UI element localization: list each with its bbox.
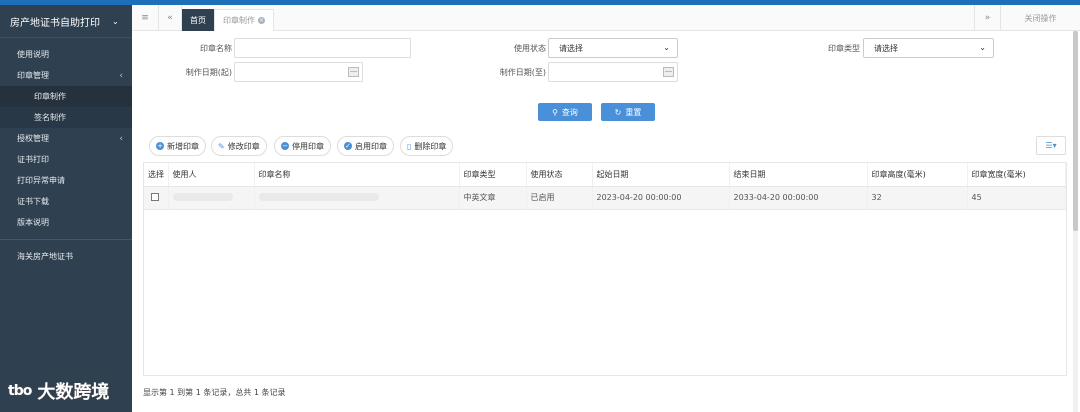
calendar-icon[interactable] — [348, 67, 359, 77]
cell-end-date: 2033-04-20 00:00:00 — [729, 186, 868, 210]
th-start-date: 起始日期 — [592, 163, 730, 187]
sidebar-item-seal-mgmt[interactable]: 印章管理 ‹ — [0, 65, 132, 86]
cell-status: 已启用 — [526, 186, 593, 210]
sidebar-item-customs-cert[interactable]: 海关房产地证书 — [0, 246, 132, 267]
sidebar-item-auth-mgmt[interactable]: 授权管理 ‹ — [0, 128, 132, 149]
calendar-icon[interactable] — [663, 67, 674, 77]
status-select[interactable]: 请选择 ⌄ — [548, 38, 678, 58]
status-label: 使用状态 — [514, 44, 546, 53]
scroll-right-icon[interactable]: » — [974, 5, 1000, 31]
table-row[interactable]: 中英文章 已启用 2023-04-20 00:00:00 2033-04-20 … — [144, 186, 1066, 210]
add-seal-button[interactable]: + 新增印章 — [149, 136, 206, 156]
chevron-down-icon: ⌄ — [979, 43, 986, 52]
tab-bar: ≡ « 首页 印章制作 × » 关闭操作 — [132, 5, 1080, 31]
sidebar-item-seal-make[interactable]: 印章制作 — [0, 86, 132, 107]
menu-toggle-icon[interactable]: ≡ — [132, 5, 158, 31]
cell-seal-type: 中英文章 — [459, 186, 527, 210]
sidebar-item-usage[interactable]: 使用说明 — [0, 44, 132, 65]
th-seal-width: 印章宽度(毫米) — [967, 163, 1066, 187]
chevron-left-icon: ‹ — [119, 133, 123, 144]
date-start-label: 制作日期(起) — [185, 68, 232, 77]
delete-seal-button[interactable]: ▯ 删除印章 — [400, 136, 454, 156]
chevron-left-icon: ‹ — [119, 70, 123, 81]
th-seal-height: 印章高度(毫米) — [867, 163, 968, 187]
seal-name-label: 印章名称 — [200, 44, 232, 53]
date-end-label: 制作日期(至) — [499, 68, 546, 77]
disable-seal-button[interactable]: − 停用印章 — [274, 136, 331, 156]
redacted-seal-name — [258, 192, 379, 201]
redacted-user — [172, 192, 233, 201]
sidebar-item-print-exception[interactable]: 打印异常申请 — [0, 170, 132, 191]
close-operations-button[interactable]: 关闭操作 — [1000, 5, 1080, 31]
trash-icon: ▯ — [407, 141, 412, 151]
date-start-input[interactable] — [234, 62, 363, 82]
search-icon: ⚲ — [552, 107, 558, 117]
columns-toggle-button[interactable]: ☰▾ — [1036, 136, 1066, 155]
tab-seal-make[interactable]: 印章制作 × — [214, 9, 274, 31]
sidebar-item-signature-make[interactable]: 签名制作 — [0, 107, 132, 128]
tab-home[interactable]: 首页 — [182, 9, 214, 31]
watermark-logo: tbo — [8, 383, 32, 399]
scroll-left-icon[interactable]: « — [158, 5, 182, 31]
reset-button[interactable]: ↻ 重置 — [601, 103, 655, 121]
table-header-row: 选择 使用人 印章名称 印章类型 使用状态 起始日期 结束日期 印章高度(毫米)… — [144, 163, 1066, 187]
th-select: 选择 — [144, 163, 169, 187]
sidebar: 房产地证书自助打印 ⌄ 使用说明 印章管理 ‹ 印章制作 签名制作 授权管理 ‹… — [0, 5, 132, 412]
th-seal-type: 印章类型 — [459, 163, 527, 187]
search-button[interactable]: ⚲ 查询 — [538, 103, 592, 121]
check-circle-icon: ✓ — [344, 142, 352, 150]
cell-seal-width: 45 — [967, 186, 1066, 210]
cell-user — [168, 186, 255, 210]
pagination-info: 显示第 1 到第 1 条记录，总共 1 条记录 — [143, 388, 286, 397]
th-status: 使用状态 — [526, 163, 593, 187]
seal-table: 选择 使用人 印章名称 印章类型 使用状态 起始日期 结束日期 印章高度(毫米)… — [143, 162, 1067, 376]
minus-circle-icon: − — [281, 142, 289, 150]
sidebar-item-version[interactable]: 版本说明 — [0, 212, 132, 233]
sidebar-item-cert-print[interactable]: 证书打印 — [0, 149, 132, 170]
chevron-down-icon: ⌄ — [663, 43, 670, 52]
sidebar-header[interactable]: 房产地证书自助打印 ⌄ — [0, 5, 132, 38]
close-tab-icon[interactable]: × — [258, 17, 265, 24]
sidebar-submenu: 印章制作 签名制作 — [0, 86, 132, 128]
th-end-date: 结束日期 — [729, 163, 868, 187]
watermark: tbo 大数跨境 — [8, 378, 109, 404]
cell-start-date: 2023-04-20 00:00:00 — [592, 186, 730, 210]
page-scrollbar[interactable] — [1073, 31, 1078, 412]
scrollbar-thumb[interactable] — [1073, 31, 1078, 231]
plus-circle-icon: + — [156, 142, 164, 150]
watermark-text: 大数跨境 — [37, 382, 110, 403]
type-select[interactable]: 请选择 ⌄ — [863, 38, 994, 58]
edit-seal-button[interactable]: ✎ 修改印章 — [211, 136, 267, 156]
pencil-icon: ✎ — [218, 141, 225, 151]
row-select-cell[interactable] — [144, 186, 169, 210]
cell-seal-height: 32 — [867, 186, 968, 210]
th-user: 使用人 — [168, 163, 255, 187]
type-label: 印章类型 — [828, 44, 860, 53]
th-seal-name: 印章名称 — [254, 163, 460, 187]
cell-seal-name — [254, 186, 460, 210]
row-checkbox[interactable] — [151, 192, 159, 201]
seal-name-input[interactable] — [234, 38, 411, 58]
sidebar-item-cert-download[interactable]: 证书下载 — [0, 191, 132, 212]
app-title: 房产地证书自助打印 — [10, 17, 100, 29]
date-end-input[interactable] — [548, 62, 678, 82]
chevron-down-icon[interactable]: ⌄ — [112, 17, 119, 26]
enable-seal-button[interactable]: ✓ 启用印章 — [337, 136, 394, 156]
refresh-icon: ↻ — [614, 107, 622, 117]
sidebar-divider — [0, 239, 132, 240]
list-icon: ☰▾ — [1045, 141, 1057, 150]
